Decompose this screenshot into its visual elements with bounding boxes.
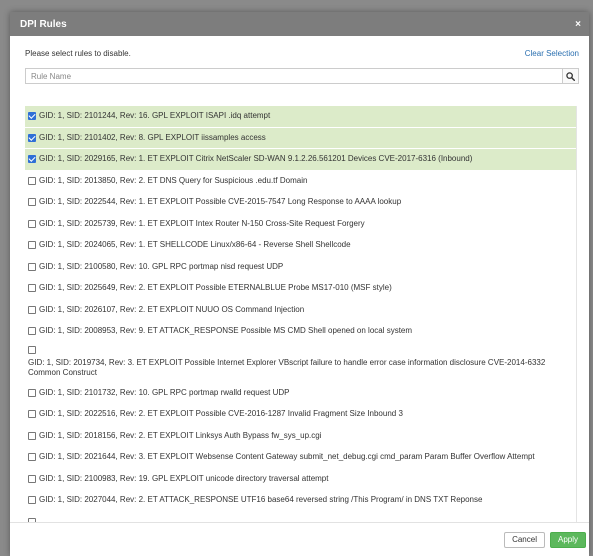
rule-checkbox[interactable] xyxy=(28,112,36,121)
rule-checkbox[interactable] xyxy=(28,453,36,462)
rule-checkbox[interactable] xyxy=(28,496,36,505)
rule-checkbox[interactable] xyxy=(28,176,36,185)
rule-row[interactable]: GID: 1, SID: 2018156, Rev: 2. ET EXPLOIT… xyxy=(25,426,577,447)
rule-checkbox[interactable] xyxy=(28,241,36,250)
rule-label: GID: 1, SID: 2101244, Rev: 16. GPL EXPLO… xyxy=(39,111,271,121)
rule-row[interactable]: GID: 1, SID: 2013850, Rev: 2. ET DNS Que… xyxy=(25,171,577,192)
rule-row[interactable]: GID: 1, SID: 2008953, Rev: 9. ET ATTACK_… xyxy=(25,321,577,343)
search-bar xyxy=(25,68,579,84)
rule-label: GID: 1, SID: 2101732, Rev: 10. GPL RPC p… xyxy=(39,387,290,397)
rule-row[interactable]: GID: 1, SID: 2022516, Rev: 2. ET EXPLOIT… xyxy=(25,404,577,426)
rule-checkbox[interactable] xyxy=(28,305,36,314)
rule-name-search-input[interactable] xyxy=(26,69,562,83)
dpi-rules-modal: DPI Rules × Please select rules to disab… xyxy=(10,12,589,556)
rule-label: GID: 1, SID: 2019734, Rev: 3. ET EXPLOIT… xyxy=(28,357,546,377)
rule-row[interactable] xyxy=(25,512,577,522)
rule-label: GID: 1, SID: 2100580, Rev: 10. GPL RPC p… xyxy=(39,261,284,271)
rule-checkbox[interactable] xyxy=(28,345,36,354)
rule-row[interactable]: GID: 1, SID: 2026107, Rev: 2. ET EXPLOIT… xyxy=(25,300,577,321)
rule-row[interactable]: GID: 1, SID: 2024065, Rev: 1. ET SHELLCO… xyxy=(25,235,577,257)
rule-label: GID: 1, SID: 2101402, Rev: 8. GPL EXPLOI… xyxy=(39,132,266,142)
rule-checkbox[interactable] xyxy=(28,431,36,440)
rule-row[interactable]: GID: 1, SID: 2027044, Rev: 2. ET ATTACK_… xyxy=(25,490,577,512)
modal-title: DPI Rules xyxy=(20,18,67,30)
rule-row[interactable]: GID: 1, SID: 2021644, Rev: 3. ET EXPLOIT… xyxy=(25,447,577,469)
rule-row[interactable]: GID: 1, SID: 2029165, Rev: 1. ET EXPLOIT… xyxy=(25,149,577,171)
rule-row[interactable]: GID: 1, SID: 2025649, Rev: 2. ET EXPLOIT… xyxy=(25,278,577,300)
apply-button[interactable]: Apply xyxy=(549,531,586,548)
rule-checkbox[interactable] xyxy=(28,198,36,207)
rule-label: GID: 1, SID: 2024065, Rev: 1. ET SHELLCO… xyxy=(39,240,351,250)
rule-label: GID: 1, SID: 2025649, Rev: 2. ET EXPLOIT… xyxy=(39,283,392,293)
rule-checkbox[interactable] xyxy=(28,410,36,419)
rule-label: GID: 1, SID: 2025739, Rev: 1. ET EXPLOIT… xyxy=(39,218,365,228)
rule-row[interactable]: GID: 1, SID: 2100983, Rev: 19. GPL EXPLO… xyxy=(25,469,577,490)
rule-checkbox[interactable] xyxy=(28,284,36,293)
rule-label: GID: 1, SID: 2022544, Rev: 1. ET EXPLOIT… xyxy=(39,197,402,207)
close-icon[interactable]: × xyxy=(575,19,581,30)
instruction-row: Please select rules to disable. Clear Se… xyxy=(10,42,589,64)
rule-row[interactable]: GID: 1, SID: 2022544, Rev: 1. ET EXPLOIT… xyxy=(25,192,577,214)
rule-label: GID: 1, SID: 2008953, Rev: 9. ET ATTACK_… xyxy=(39,326,413,336)
rule-checkbox[interactable] xyxy=(28,219,36,228)
rule-checkbox[interactable] xyxy=(28,327,36,336)
rule-label: GID: 1, SID: 2029165, Rev: 1. ET EXPLOIT… xyxy=(39,154,473,164)
rule-label: GID: 1, SID: 2013850, Rev: 2. ET DNS Que… xyxy=(39,175,308,185)
cancel-button[interactable]: Cancel xyxy=(504,531,545,548)
rule-checkbox[interactable] xyxy=(28,474,36,483)
rule-label: GID: 1, SID: 2022516, Rev: 2. ET EXPLOIT… xyxy=(39,409,403,419)
search-button[interactable] xyxy=(562,69,578,83)
search-icon xyxy=(566,71,575,81)
modal-footer: Cancel Apply xyxy=(10,522,589,556)
modal-header: DPI Rules × xyxy=(10,12,589,36)
rule-row[interactable]: GID: 1, SID: 2101402, Rev: 8. GPL EXPLOI… xyxy=(25,127,577,149)
rule-checkbox[interactable] xyxy=(28,262,36,271)
rule-row[interactable]: GID: 1, SID: 2101732, Rev: 10. GPL RPC p… xyxy=(25,383,577,404)
rule-checkbox[interactable] xyxy=(28,133,36,142)
rule-row[interactable]: GID: 1, SID: 2100580, Rev: 10. GPL RPC p… xyxy=(25,257,577,278)
rule-row[interactable]: GID: 1, SID: 2019734, Rev: 3. ET EXPLOIT… xyxy=(25,343,577,383)
rule-row[interactable]: GID: 1, SID: 2025739, Rev: 1. ET EXPLOIT… xyxy=(25,214,577,235)
rule-row[interactable]: GID: 1, SID: 2101244, Rev: 16. GPL EXPLO… xyxy=(25,106,577,128)
rule-checkbox[interactable] xyxy=(28,155,36,164)
rule-label: GID: 1, SID: 2018156, Rev: 2. ET EXPLOIT… xyxy=(39,430,322,440)
rule-checkbox[interactable] xyxy=(28,388,36,397)
rules-list: GID: 1, SID: 2101244, Rev: 16. GPL EXPLO… xyxy=(25,106,577,522)
rule-label: GID: 1, SID: 2100983, Rev: 19. GPL EXPLO… xyxy=(39,473,329,483)
rule-label: GID: 1, SID: 2021644, Rev: 3. ET EXPLOIT… xyxy=(39,452,535,462)
instruction-text: Please select rules to disable. xyxy=(25,48,131,58)
clear-selection-link[interactable]: Clear Selection xyxy=(525,49,579,58)
rule-label: GID: 1, SID: 2026107, Rev: 2. ET EXPLOIT… xyxy=(39,304,305,314)
rule-label: GID: 1, SID: 2027044, Rev: 2. ET ATTACK_… xyxy=(39,495,483,505)
